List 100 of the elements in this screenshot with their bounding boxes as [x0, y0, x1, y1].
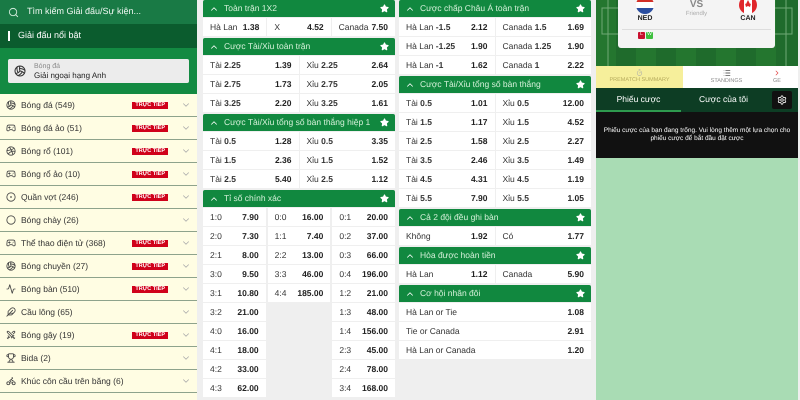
odds-cell[interactable]: 4:3 62.00 [203, 379, 266, 397]
sport-item[interactable]: Bida (2) [0, 347, 197, 370]
odds-cell[interactable]: 0:4 196.00 [332, 265, 396, 283]
star-icon[interactable] [380, 4, 389, 13]
odds-cell[interactable]: 4:4 185.00 [268, 284, 330, 302]
odds-cell[interactable]: Canada 1.25 1.90 [496, 37, 591, 55]
odds-cell[interactable]: 3:2 21.00 [203, 303, 266, 321]
odds-cell[interactable]: Tài 2.75 1.73 [203, 75, 298, 93]
star-icon[interactable] [576, 4, 585, 13]
sport-item[interactable]: Bóng chày (26) [0, 209, 197, 232]
odds-value: 156.00 [362, 324, 388, 338]
search-bar[interactable]: Tìm kiếm Giải đấu/Sự kiện... [0, 0, 197, 24]
odds-cell[interactable]: 0:1 20.00 [332, 208, 396, 226]
star-icon[interactable] [380, 118, 389, 127]
odds-cell[interactable]: Xỉu 1.5 1.52 [300, 151, 395, 169]
odds-cell[interactable]: 0:3 66.00 [332, 246, 396, 264]
selection-label: 4:2 [210, 362, 222, 376]
odds-cell[interactable]: Xỉu 2.5 1.12 [300, 170, 395, 188]
odds-cell[interactable]: Hà Lan -1.5 2.12 [399, 18, 494, 36]
star-icon[interactable] [380, 42, 389, 51]
odds-cell[interactable]: 3:3 46.00 [268, 265, 330, 283]
odds-cell[interactable]: 3:1 10.80 [203, 284, 266, 302]
odds-cell[interactable]: 2:2 13.00 [268, 246, 330, 264]
odds-cell[interactable]: 2:4 78.00 [332, 360, 396, 378]
odds-cell[interactable]: Xỉu 3.25 1.61 [300, 94, 395, 112]
market-header[interactable]: Hòa được hoàn tiền [399, 247, 591, 264]
odds-cell[interactable]: Hà Lan or Canada 1.20 [399, 341, 591, 359]
odds-cell[interactable]: Không 1.92 [399, 227, 494, 245]
odds-cell[interactable]: 3:4 168.00 [332, 379, 396, 397]
odds-cell[interactable]: 0:0 16.00 [268, 208, 330, 226]
odds-cell[interactable]: Tài 2.5 1.58 [399, 132, 494, 150]
odds-cell[interactable]: 2:1 8.00 [203, 246, 266, 264]
odds-cell[interactable]: 4:0 16.00 [203, 322, 266, 340]
odds-cell[interactable]: 4:2 33.00 [203, 360, 266, 378]
odds-cell[interactable]: Tài 1.5 1.17 [399, 113, 494, 131]
search-field[interactable]: Tìm kiếm Giải đấu/Sự kiện... [27, 5, 187, 19]
odds-cell[interactable]: Hà Lan 1.38 [203, 18, 266, 36]
selection-label: Tài 5.5 [406, 192, 432, 204]
odds-cell[interactable]: Tài 2.25 1.39 [203, 56, 298, 74]
odds-cell[interactable]: Tie or Canada 2.91 [399, 322, 591, 340]
settings-button[interactable] [772, 91, 792, 109]
odds-cell[interactable]: 1:2 21.00 [332, 284, 396, 302]
betslip-tab[interactable]: Cược của tôi [681, 88, 766, 112]
odds-cell[interactable]: Xỉu 4.5 1.19 [496, 170, 591, 188]
odds-cell[interactable]: Xỉu 2.25 2.64 [300, 56, 395, 74]
selection-label: Xỉu 4.5 [502, 172, 529, 186]
odds-cell[interactable]: 1:1 7.40 [268, 227, 330, 245]
odds-cell[interactable]: Xỉu 3.5 1.49 [496, 151, 591, 169]
odds-cell[interactable]: 2:0 7.30 [203, 227, 266, 245]
odds-cell[interactable]: Tài 3.5 2.46 [399, 151, 494, 169]
odds-cell[interactable]: Hà Lan -1.25 1.90 [399, 37, 494, 55]
odds-cell[interactable]: Xỉu 0.5 12.00 [496, 94, 591, 112]
odds-cell[interactable]: 1:3 48.00 [332, 303, 396, 321]
odds-cell[interactable]: Xỉu 1.5 4.52 [496, 113, 591, 131]
odds-cell[interactable]: Hà Lan or Tie 1.08 [399, 303, 591, 321]
sport-item[interactable]: Khúc côn cầu trên băng (6) [0, 370, 197, 393]
market-header[interactable]: Cược Tài/Xỉu tổng số bàn thắng [399, 76, 591, 93]
odds-cell[interactable]: 0:2 37.00 [332, 227, 396, 245]
odds-cell[interactable]: 1:0 7.90 [203, 208, 266, 226]
odds-cell[interactable]: Tài 2.5 5.40 [203, 170, 298, 188]
sport-item[interactable]: Cầu lông (65) [0, 301, 197, 324]
star-icon[interactable] [380, 194, 389, 203]
odds-cell[interactable]: Canada 7.50 [332, 18, 395, 36]
odds-cell[interactable]: Xỉu 2.75 2.05 [300, 75, 395, 93]
odds-cell[interactable]: Hà Lan -1 1.62 [399, 56, 494, 74]
odds-cell[interactable]: X 4.52 [267, 18, 331, 36]
star-icon[interactable] [576, 289, 585, 298]
odds-value: 2.27 [567, 134, 584, 148]
odds-cell[interactable]: Canada 5.90 [496, 265, 591, 283]
market-header[interactable]: Tỉ số chính xác [203, 190, 395, 207]
market-header[interactable]: Cược Tài/Xỉu toàn trận [203, 38, 395, 55]
gamepad-icon [6, 238, 16, 248]
odds-cell[interactable]: 4:1 18.00 [203, 341, 266, 359]
odds-cell[interactable]: Tài 3.25 2.20 [203, 94, 298, 112]
odds-cell[interactable]: Tài 1.5 2.36 [203, 151, 298, 169]
market-header[interactable]: Cả 2 đội đều ghi bàn [399, 209, 591, 226]
market-header[interactable]: Cược chấp Châu Á toàn trận [399, 0, 591, 17]
odds-cell[interactable]: 2:3 45.00 [332, 341, 396, 359]
star-icon[interactable] [576, 251, 585, 260]
odds-cell[interactable]: Xỉu 2.5 2.27 [496, 132, 591, 150]
market-title: Cả 2 đội đều ghi bàn [420, 211, 500, 224]
odds-cell[interactable]: Có 1.77 [496, 227, 591, 245]
selection-label: Có [502, 230, 514, 242]
market-header[interactable]: Cược Tài/Xỉu tổng số bàn thắng hiệp 1 [203, 114, 395, 131]
odds-cell[interactable]: Hà Lan 1.12 [399, 265, 494, 283]
odds-cell[interactable]: 3:0 9.50 [203, 265, 266, 283]
market-header[interactable]: Toàn trận 1X2 [203, 0, 395, 17]
star-icon[interactable] [576, 213, 585, 222]
odds-cell[interactable]: Xỉu 5.5 1.05 [496, 189, 591, 207]
star-icon[interactable] [576, 80, 585, 89]
odds-cell[interactable]: Tài 0.5 1.01 [399, 94, 494, 112]
odds-cell[interactable]: Canada 1.5 1.69 [496, 18, 591, 36]
market-header[interactable]: Cơ hội nhân đôi [399, 285, 591, 302]
odds-value: 21.00 [366, 286, 388, 300]
odds-cell[interactable]: Canada 1 2.22 [496, 56, 591, 74]
odds-cell[interactable]: Tài 4.5 4.31 [399, 170, 494, 188]
odds-cell[interactable]: Tài 0.5 1.28 [203, 132, 298, 150]
odds-cell[interactable]: 1:4 156.00 [332, 322, 396, 340]
odds-cell[interactable]: Tài 5.5 7.90 [399, 189, 494, 207]
odds-cell[interactable]: Xỉu 0.5 3.35 [300, 132, 395, 150]
